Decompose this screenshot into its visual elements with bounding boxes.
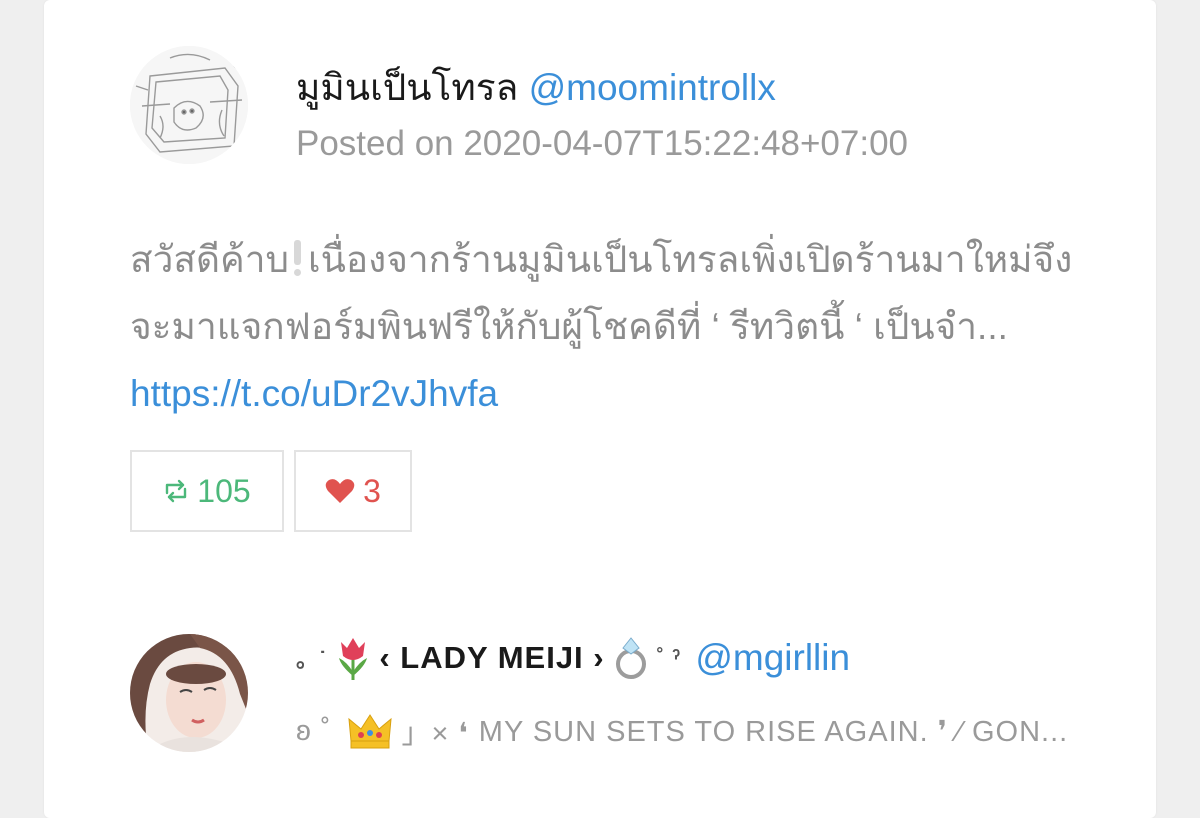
display-name: มูมินเป็นโทรล <box>296 67 519 108</box>
user-portrait-icon <box>130 634 248 752</box>
crown-emoji <box>348 714 393 749</box>
tweet-text-part1: สวัสดีค้าบ <box>130 239 289 280</box>
tulip-emoji <box>339 638 368 680</box>
like-button[interactable]: 3 <box>294 450 412 532</box>
ring-emoji <box>615 637 646 679</box>
avatar[interactable] <box>130 46 248 164</box>
like-count: 3 <box>363 472 381 509</box>
suggested-user-name: 。˙ ‹ LADY MEIJI › ˚ ˀ @mgirllin <box>296 636 850 680</box>
heart-icon <box>325 479 355 503</box>
user-handle-link[interactable]: @moomintrollx <box>529 67 776 108</box>
user-bio: ʚ ˚ 」× ❛ MY SUN SETS TO RISE AGAIN. ❜ ⁄ … <box>296 710 1068 752</box>
retweet-button[interactable]: 105 <box>130 450 284 532</box>
tweet-link[interactable]: https://t.co/uDr2vJhvfa <box>130 373 498 414</box>
post-timestamp: Posted on 2020-04-07T15:22:48+07:00 <box>296 124 909 163</box>
bio-mid: 」× ❛ <box>401 718 469 750</box>
moomin-sketch-icon <box>130 46 248 164</box>
retweet-icon <box>166 479 187 503</box>
bio-text: MY SUN SETS TO RISE AGAIN. ❜ ⁄ GON... <box>478 715 1069 748</box>
name-suffix: ˚ ˀ <box>656 645 682 670</box>
name-prefix: 。˙ <box>296 647 328 672</box>
tweet-card: มูมินเป็นโทรล @moomintrollx Posted on 20… <box>44 0 1156 818</box>
tweet-text: สวัสดีค้าบ เนื่องจากร้านมูมินเป็นโทรลเพิ่… <box>130 226 1090 427</box>
user-handle-link[interactable]: @mgirllin <box>695 637 850 679</box>
white-exclamation-icon <box>293 240 302 276</box>
lady-meiji-name: ‹ LADY MEIJI › <box>379 640 605 675</box>
bio-prefix: ʚ ˚ <box>296 714 332 747</box>
avatar[interactable] <box>130 634 248 752</box>
retweet-count: 105 <box>197 472 251 509</box>
tweet-author: มูมินเป็นโทรล @moomintrollx <box>296 58 776 117</box>
